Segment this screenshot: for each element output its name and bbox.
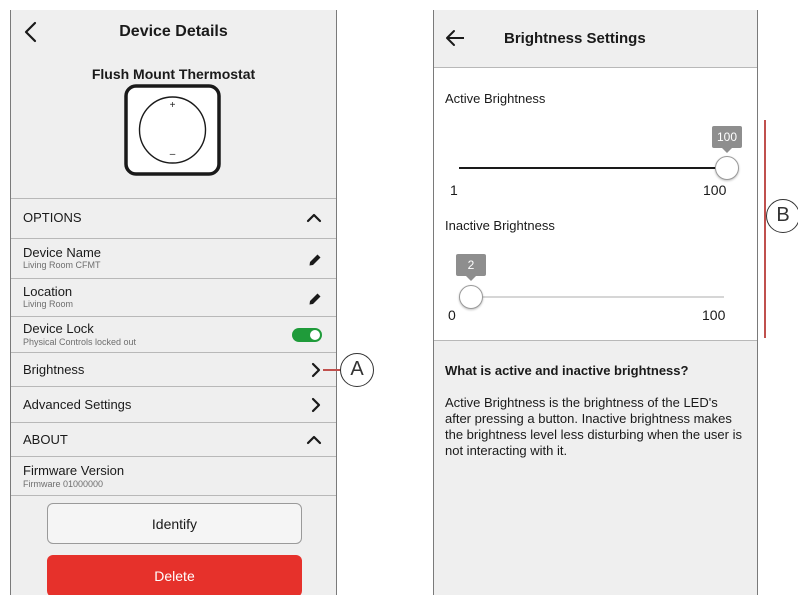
device-name-row[interactable]: Device Name Living Room CFMT (11, 238, 336, 278)
inactive-min-label: 0 (448, 307, 456, 323)
location-label: Location (23, 284, 73, 299)
inactive-brightness-tooltip: 2 (456, 254, 486, 281)
brightness-settings-screen: Brightness Settings Active Brightness 10… (433, 10, 758, 595)
pencil-icon[interactable] (308, 292, 322, 306)
inactive-max-label: 100 (702, 307, 726, 323)
header: Brightness Settings (434, 10, 757, 68)
device-model-title: Flush Mount Thermostat (91, 66, 256, 82)
active-brightness-tooltip: 100 (712, 126, 742, 153)
location-row[interactable]: Location Living Room (11, 278, 336, 316)
device-lock-value: Physical Controls locked out (23, 337, 137, 347)
options-label: OPTIONS (23, 210, 82, 225)
device-name-value: Living Room CFMT (23, 260, 101, 270)
active-brightness-slider-thumb[interactable] (715, 156, 739, 180)
advanced-settings-label: Advanced Settings (23, 397, 132, 412)
advanced-settings-row[interactable]: Advanced Settings (11, 386, 336, 422)
brightness-row[interactable]: Brightness (11, 352, 336, 386)
header: Device Details (11, 10, 336, 54)
active-brightness-slider-track[interactable] (459, 167, 726, 169)
location-value: Living Room (23, 299, 74, 309)
active-max-label: 100 (703, 182, 727, 198)
options-section-header[interactable]: OPTIONS (11, 198, 336, 238)
info-panel: What is active and inactive brightness? … (434, 340, 757, 595)
thermostat-plus-label: + (170, 100, 176, 111)
info-title: What is active and inactive brightness? (445, 363, 689, 378)
back-arrow-icon[interactable] (444, 28, 466, 48)
device-name-label: Device Name (23, 245, 102, 260)
callout-b: B (766, 199, 798, 233)
info-body: Active Brightness is the brightness of t… (445, 395, 742, 458)
chevron-up-icon (306, 213, 322, 223)
firmware-label: Firmware Version (23, 463, 125, 478)
device-lock-toggle[interactable] (292, 328, 322, 342)
inactive-brightness-slider-thumb[interactable] (459, 285, 483, 309)
device-details-screen: Device Details Flush Mount Thermostat + … (10, 10, 337, 595)
thermostat-minus-label: – (170, 149, 176, 160)
device-lock-label: Device Lock (23, 321, 94, 336)
thermostat-icon: + – (124, 84, 221, 176)
about-section-header[interactable]: ABOUT (11, 422, 336, 456)
inactive-brightness-slider-track[interactable] (459, 296, 724, 298)
firmware-row: Firmware Version Firmware 01000000 (11, 456, 336, 496)
page-title: Device Details (119, 23, 228, 40)
page-title: Brightness Settings (504, 30, 646, 47)
chevron-right-icon (311, 397, 321, 413)
chevron-right-icon (311, 362, 321, 378)
delete-button[interactable]: Delete (47, 555, 302, 595)
pencil-icon[interactable] (308, 253, 322, 267)
device-lock-row: Device Lock Physical Controls locked out (11, 316, 336, 352)
firmware-value: Firmware 01000000 (23, 479, 104, 489)
identify-button[interactable]: Identify (47, 503, 302, 544)
brightness-label: Brightness (23, 362, 85, 377)
callout-b-bracket (764, 120, 766, 338)
inactive-brightness-label: Inactive Brightness (445, 218, 555, 233)
chevron-up-icon (306, 435, 322, 445)
active-brightness-label: Active Brightness (445, 91, 546, 106)
callout-a: A (340, 353, 374, 387)
callout-a-line (323, 369, 341, 371)
active-min-label: 1 (450, 182, 458, 198)
about-label: ABOUT (23, 432, 68, 447)
